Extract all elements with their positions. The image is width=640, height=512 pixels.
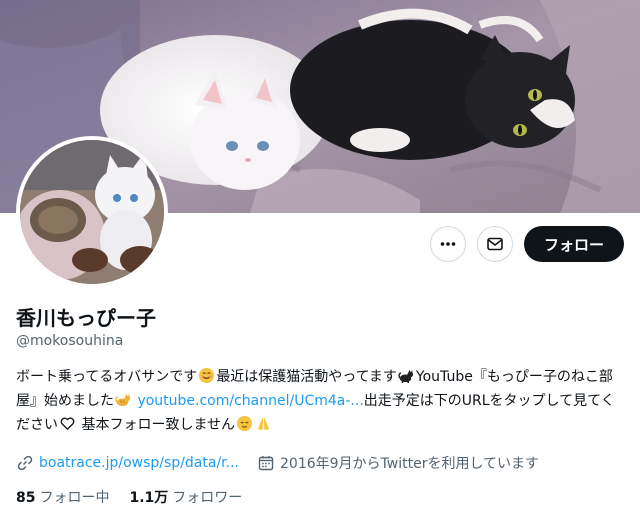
followers-label: フォロワー [172, 490, 243, 506]
followers-count: 1.1万 [129, 490, 169, 506]
following-count: 85 [16, 490, 36, 506]
follow-button[interactable]: フォロー [524, 226, 624, 262]
followers-link[interactable]: 1.1万 フォロワー [129, 487, 242, 507]
relieved-face-emoji [236, 415, 253, 432]
display-name: 香川もっぴー子 [16, 306, 156, 330]
avatar[interactable] [16, 136, 168, 288]
avatar-photo [20, 140, 164, 284]
mail-icon [487, 237, 503, 251]
bio-text: 最近は保護猫活動やってます [216, 369, 397, 385]
smiling-face-emoji [199, 367, 215, 384]
website-link[interactable]: boatrace.jp/owsp/sp/data/r... [39, 455, 239, 471]
cat-emoji [115, 393, 131, 407]
more-horizontal-icon [440, 242, 456, 246]
follow-stats: 85 フォロー中 1.1万 フォロワー [16, 487, 262, 507]
bio-text: ボート乗ってるオバサンです [16, 369, 198, 385]
profile-meta: boatrace.jp/owsp/sp/data/r... 2016年9月からT… [16, 452, 557, 474]
bio-text: 基本フォロー致しません [77, 417, 236, 433]
joined-item: 2016年9月からTwitterを利用しています [257, 453, 539, 473]
username: @mokosouhina [16, 333, 124, 349]
calendar-icon [258, 456, 274, 471]
more-button[interactable] [430, 226, 466, 262]
link-icon [17, 455, 33, 471]
following-label: フォロー中 [39, 490, 110, 506]
youtube-link[interactable]: youtube.com/channel/UCm4a-... [137, 393, 363, 409]
heart-outline-emoji [60, 417, 75, 430]
website-item[interactable]: boatrace.jp/owsp/sp/data/r... [16, 454, 239, 472]
joined-date: 2016年9月からTwitterを利用しています [280, 456, 540, 472]
folded-hands-emoji [257, 416, 270, 431]
profile-bio: ボート乗ってるオバサンです 最近は保護猫活動やってます YouTube『もっぴー子の… [16, 365, 624, 437]
message-button[interactable] [477, 226, 513, 262]
following-link[interactable]: 85 フォロー中 [16, 487, 109, 507]
black-cat-emoji [398, 369, 414, 384]
